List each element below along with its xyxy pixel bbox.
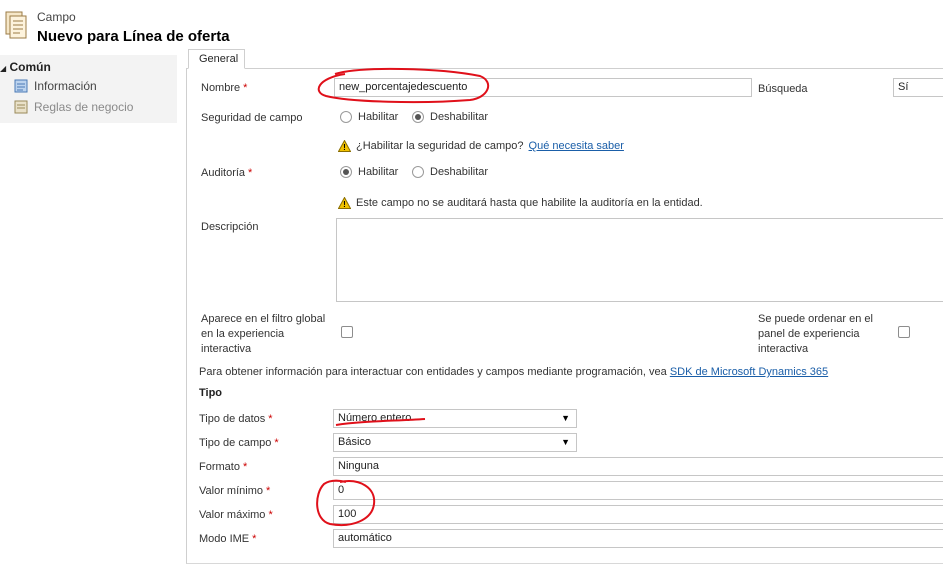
- ordenar-checkbox[interactable]: [898, 326, 910, 338]
- sidebar-item-reglas[interactable]: Reglas de negocio: [14, 100, 133, 114]
- sidebar-group-comun[interactable]: ◢ Común: [0, 60, 51, 74]
- warning-icon: !: [338, 140, 351, 152]
- svg-text:!: !: [343, 200, 346, 209]
- valor-maximo-label: Valor máximo *: [199, 509, 273, 521]
- warning-icon: !: [338, 197, 351, 209]
- tipo-datos-label: Tipo de datos *: [199, 413, 273, 425]
- tipo-campo-select[interactable]: Básico ▼: [333, 433, 577, 452]
- auditoria-label: Auditoría *: [201, 167, 253, 179]
- sidebar-item-informacion[interactable]: Información: [14, 79, 97, 93]
- radio-circle-selected: [412, 111, 424, 123]
- descripcion-textarea[interactable]: [336, 218, 943, 302]
- radio-circle: [412, 166, 424, 178]
- sidebar-group-label: Común: [9, 60, 51, 74]
- svg-text:!: !: [343, 143, 346, 152]
- filtro-global-checkbox[interactable]: [341, 326, 353, 338]
- busqueda-label: Búsqueda: [758, 83, 808, 95]
- sidebar-item-label: Información: [34, 79, 97, 93]
- auditoria-deshabilitar-radio[interactable]: Deshabilitar: [412, 166, 488, 178]
- ordenar-label: Se puede ordenar en el panel de experien…: [758, 313, 873, 355]
- que-necesita-saber-link[interactable]: Qué necesita saber: [529, 140, 624, 152]
- modo-ime-select[interactable]: automático: [333, 529, 943, 548]
- formato-select[interactable]: Ninguna: [333, 457, 943, 476]
- tipo-section-heading: Tipo: [199, 387, 223, 399]
- radio-circle-selected: [340, 166, 352, 178]
- modo-ime-label: Modo IME *: [199, 533, 257, 545]
- seguridad-habilitar-radio[interactable]: Habilitar: [340, 111, 398, 123]
- busqueda-select[interactable]: Sí: [893, 78, 943, 97]
- dropdown-arrow-icon: ▼: [561, 437, 570, 447]
- rules-icon: [14, 100, 28, 114]
- nombre-input[interactable]: new_porcentajedescuento: [334, 78, 752, 97]
- auditoria-warning: ! Este campo no se auditará hasta que ha…: [338, 197, 703, 209]
- valor-minimo-label: Valor mínimo *: [199, 485, 271, 497]
- info-icon: [14, 79, 28, 93]
- seguridad-deshabilitar-radio[interactable]: Deshabilitar: [412, 111, 488, 123]
- sdk-link[interactable]: SDK de Microsoft Dynamics 365: [670, 366, 828, 378]
- entity-document-icon: [5, 11, 27, 39]
- sidebar: ◢ Común Información Reglas de negocio: [0, 55, 177, 123]
- page-title: Nuevo para Línea de oferta: [37, 28, 230, 45]
- sidebar-item-label: Reglas de negocio: [34, 100, 134, 114]
- valor-minimo-input[interactable]: 0: [333, 481, 943, 500]
- radio-circle: [340, 111, 352, 123]
- nombre-label: Nombre *: [201, 82, 248, 94]
- dropdown-arrow-icon: ▼: [561, 413, 570, 423]
- descripcion-label: Descripción: [201, 221, 259, 233]
- collapse-triangle-icon: ◢: [0, 64, 7, 73]
- seguridad-warning: ! ¿Habilitar la seguridad de campo? Qué …: [338, 140, 624, 152]
- tipo-campo-label: Tipo de campo *: [199, 437, 279, 449]
- formato-label: Formato *: [199, 461, 248, 473]
- filtro-global-label: Aparece en el filtro global en la experi…: [201, 313, 326, 355]
- tipo-datos-select[interactable]: Número entero ▼: [333, 409, 577, 428]
- tab-general[interactable]: General: [188, 49, 245, 69]
- seguridad-label: Seguridad de campo: [201, 112, 303, 124]
- sdk-info: Para obtener información para interactua…: [199, 366, 829, 378]
- valor-maximo-input[interactable]: 100: [333, 505, 943, 524]
- entity-label: Campo: [37, 10, 76, 24]
- auditoria-habilitar-radio[interactable]: Habilitar: [340, 166, 398, 178]
